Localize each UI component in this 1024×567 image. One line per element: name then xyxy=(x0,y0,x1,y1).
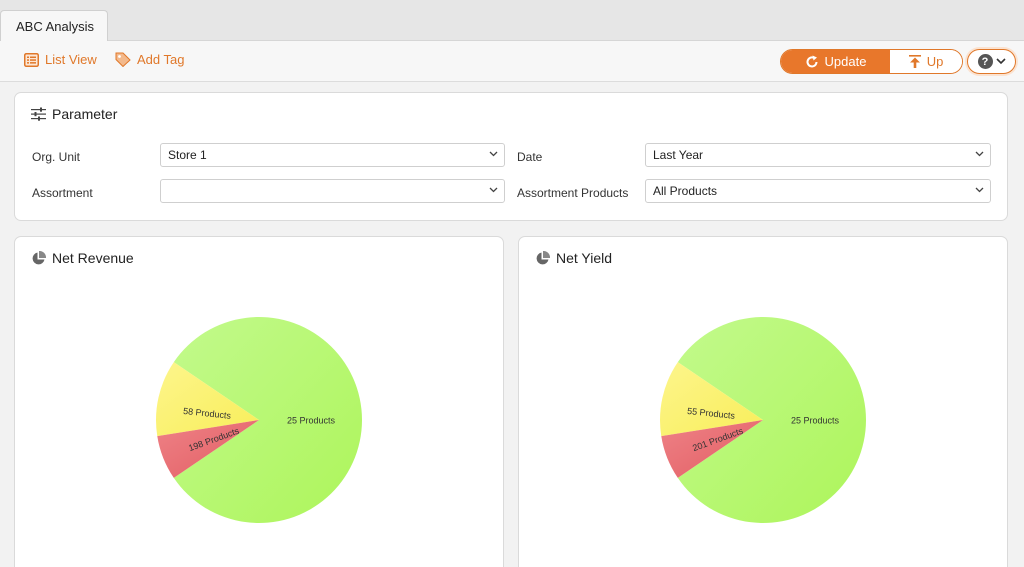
help-menu-button[interactable]: ? xyxy=(967,49,1016,74)
assortment-label: Assortment xyxy=(32,186,93,200)
pie-slice-label: 25 Products xyxy=(287,415,336,425)
update-label: Update xyxy=(824,54,867,69)
assortment-products-value: All Products xyxy=(653,184,718,198)
net-revenue-pie-chart: 25 Products58 Products198 Products xyxy=(156,317,363,523)
add-tag-button[interactable]: Add Tag xyxy=(115,52,184,67)
org-unit-select[interactable]: Store 1 xyxy=(160,143,505,167)
arrow-up-icon xyxy=(908,55,921,68)
net-revenue-panel: Net Revenue 25 Products 58 Products 198 Pr… xyxy=(14,236,504,567)
up-label: Up xyxy=(926,54,944,69)
parameter-title: Parameter xyxy=(52,106,118,122)
chevron-down-icon xyxy=(489,151,498,157)
chevron-down-icon xyxy=(995,58,1006,65)
tab-label: ABC Analysis xyxy=(16,19,95,34)
org-unit-label: Org. Unit xyxy=(32,150,81,164)
net-yield-pie-chart: 25 Products55 Products201 Products xyxy=(660,317,867,523)
chevron-down-icon xyxy=(489,187,498,193)
list-icon xyxy=(24,52,39,67)
pie-slice-label: 25 Products xyxy=(791,415,840,425)
help-icon: ? xyxy=(977,54,993,69)
date-select[interactable]: Last Year xyxy=(645,143,991,167)
assortment-products-select[interactable]: All Products xyxy=(645,179,991,203)
update-button-group: Update Up xyxy=(780,49,963,74)
parameter-panel: Parameter Org. Unit Store 1 Date Last Ye… xyxy=(14,92,1008,221)
org-unit-value: Store 1 xyxy=(168,148,207,162)
parameter-header: Parameter xyxy=(31,106,117,122)
up-button[interactable]: Up xyxy=(890,50,962,73)
list-view-button[interactable]: List View xyxy=(24,52,97,67)
chevron-down-icon xyxy=(975,187,984,193)
update-button[interactable]: Update xyxy=(781,50,890,73)
date-label: Date xyxy=(517,150,543,164)
tab-abc-analysis[interactable]: ABC Analysis xyxy=(0,10,108,42)
tab-bar: ABC Analysis xyxy=(0,0,1024,42)
list-view-label: List View xyxy=(45,52,97,67)
date-value: Last Year xyxy=(653,148,704,162)
chevron-down-icon xyxy=(975,151,984,157)
net-yield-panel: Net Yield 25 Products 55 Products 201 Prod… xyxy=(518,236,1008,567)
assortment-select[interactable] xyxy=(160,179,505,203)
add-tag-label: Add Tag xyxy=(137,52,185,67)
refresh-icon xyxy=(806,55,818,67)
tag-icon xyxy=(115,52,131,67)
assortment-products-label: Assortment Products xyxy=(517,186,629,200)
sliders-icon xyxy=(31,107,46,121)
